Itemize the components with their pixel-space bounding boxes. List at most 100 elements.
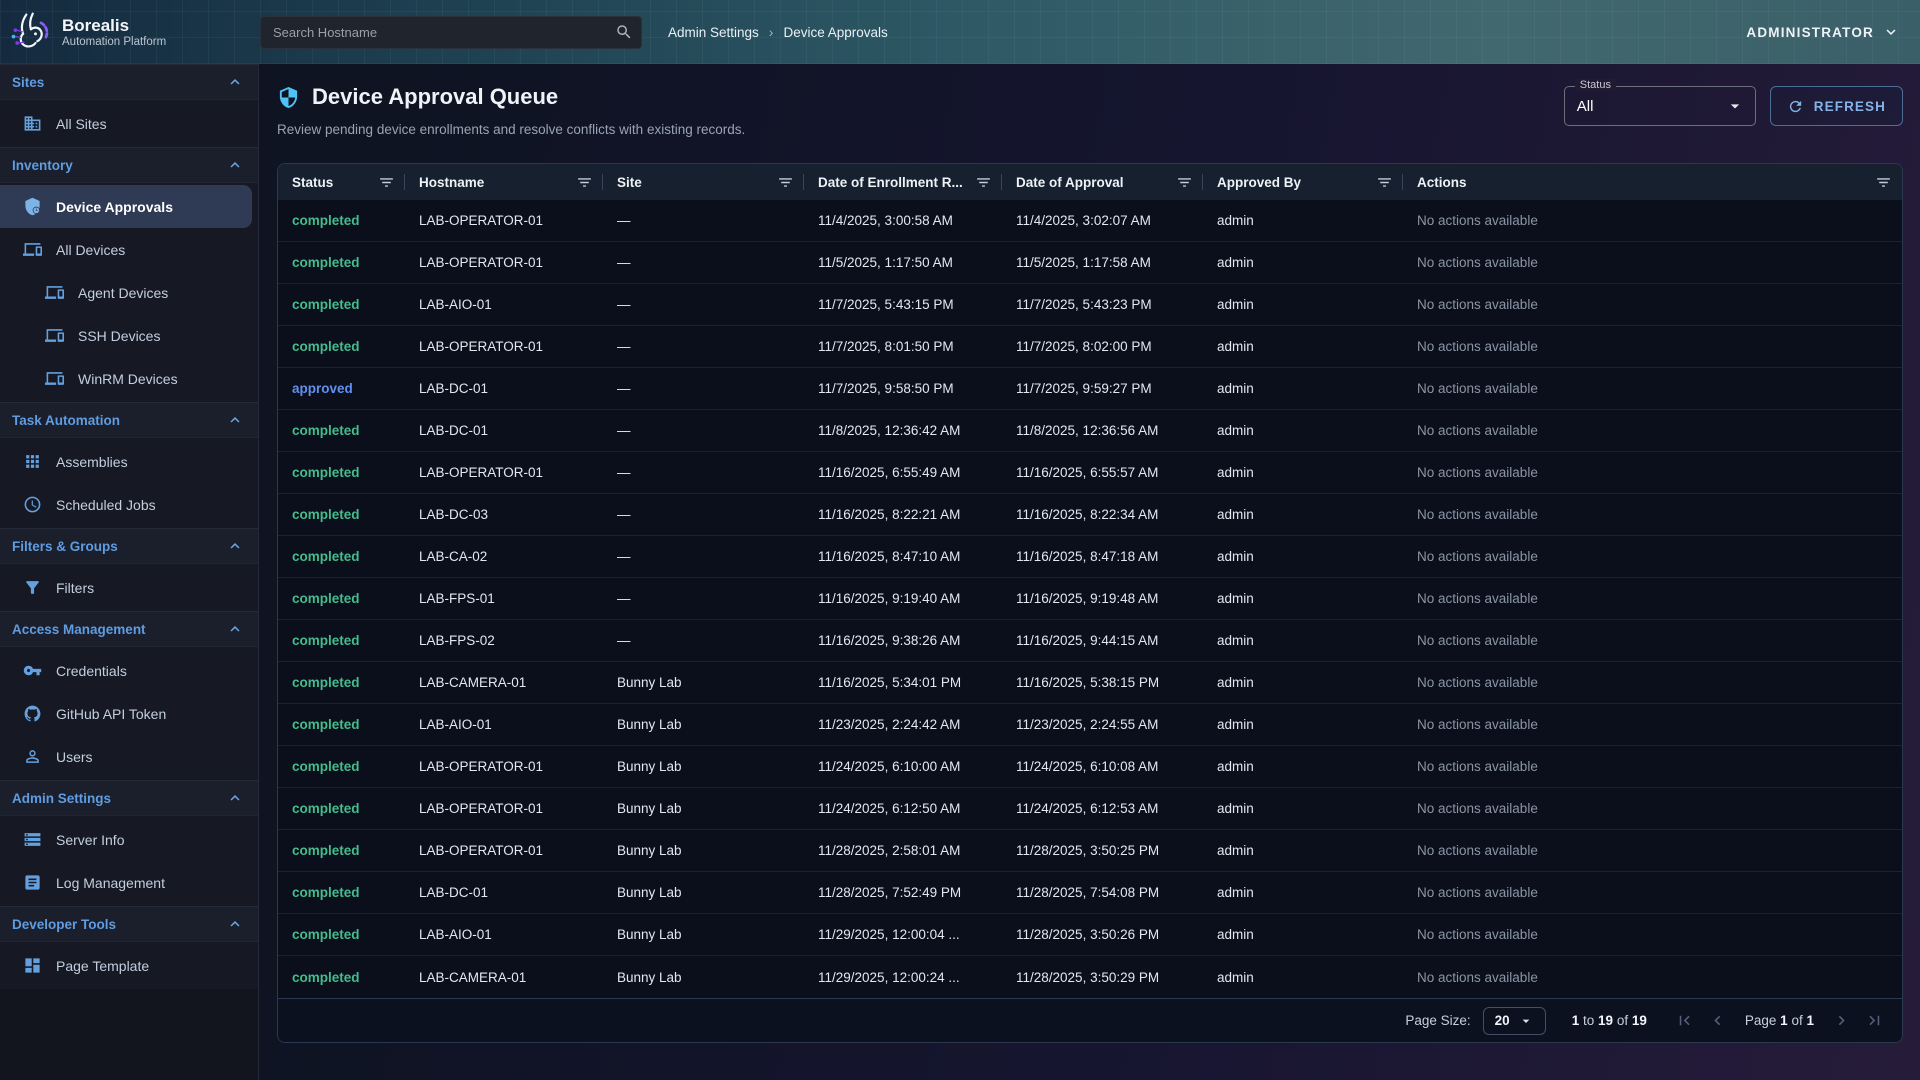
table-row[interactable]: completedLAB-OPERATOR-01Bunny Lab11/24/2… [278, 788, 1902, 830]
sidebar-item-users[interactable]: Users [0, 735, 258, 778]
column-header-hostname[interactable]: Hostname [405, 164, 603, 200]
site-cell: Bunny Lab [603, 872, 804, 913]
sidebar-section-header[interactable]: Inventory [0, 147, 258, 183]
table-row[interactable]: completedLAB-OPERATOR-01—11/4/2025, 3:00… [278, 200, 1902, 242]
section-label: Inventory [12, 158, 73, 173]
chevron-down-icon [1882, 23, 1900, 41]
sidebar-section-header[interactable]: Admin Settings [0, 780, 258, 816]
status-badge: completed [278, 452, 405, 493]
table-row[interactable]: completedLAB-AIO-01Bunny Lab11/29/2025, … [278, 914, 1902, 956]
breadcrumb-device-approvals[interactable]: Device Approvals [783, 25, 887, 40]
column-header-date-of-enrollment-r-[interactable]: Date of Enrollment R... [804, 164, 1002, 200]
chevron-up-icon [226, 620, 244, 638]
table-row[interactable]: completedLAB-CA-02—11/16/2025, 8:47:10 A… [278, 536, 1902, 578]
sidebar-section-header[interactable]: Sites [0, 64, 258, 100]
table-row[interactable]: completedLAB-OPERATOR-01—11/16/2025, 6:5… [278, 452, 1902, 494]
search-input[interactable] [260, 16, 642, 49]
sidebar-section-header[interactable]: Access Management [0, 611, 258, 647]
status-badge: completed [278, 788, 405, 829]
approval-date-cell: 11/4/2025, 3:02:07 AM [1002, 200, 1203, 241]
approval-date-cell: 11/16/2025, 5:38:15 PM [1002, 662, 1203, 703]
site-cell: Bunny Lab [603, 704, 804, 745]
hostname-cell: LAB-AIO-01 [405, 704, 603, 745]
sidebar-item-scheduled-jobs[interactable]: Scheduled Jobs [0, 483, 258, 526]
table-row[interactable]: completedLAB-CAMERA-01Bunny Lab11/29/202… [278, 956, 1902, 998]
column-header-date-of-approval[interactable]: Date of Approval [1002, 164, 1203, 200]
sidebar-item-assemblies[interactable]: Assemblies [0, 440, 258, 483]
table-row[interactable]: completedLAB-DC-01Bunny Lab11/28/2025, 7… [278, 872, 1902, 914]
table-row[interactable]: completedLAB-FPS-02—11/16/2025, 9:38:26 … [278, 620, 1902, 662]
column-header-status[interactable]: Status [278, 164, 405, 200]
section-label: Filters & Groups [12, 539, 118, 554]
status-badge: completed [278, 662, 405, 703]
hostname-cell: LAB-CA-02 [405, 536, 603, 577]
approved-by-cell: admin [1203, 620, 1403, 661]
table-row[interactable]: completedLAB-OPERATOR-01Bunny Lab11/24/2… [278, 746, 1902, 788]
sidebar-item-all-devices[interactable]: All Devices [0, 228, 258, 271]
hostname-cell: LAB-DC-01 [405, 368, 603, 409]
hostname-cell: LAB-DC-01 [405, 872, 603, 913]
sidebar-item-label: Credentials [56, 663, 127, 679]
approved-by-cell: admin [1203, 410, 1403, 451]
filter-list-icon[interactable] [1875, 174, 1892, 191]
apps-grid-icon [22, 452, 42, 471]
breadcrumb-admin-settings[interactable]: Admin Settings [668, 25, 759, 40]
sidebar-item-agent-devices[interactable]: Agent Devices [0, 271, 258, 314]
next-page-button[interactable] [1830, 1009, 1853, 1032]
sidebar-item-page-template[interactable]: Page Template [0, 944, 258, 987]
sidebar-item-github-api-token[interactable]: GitHub API Token [0, 692, 258, 735]
sidebar-item-device-approvals[interactable]: Device Approvals [0, 185, 252, 228]
page-size-select[interactable]: 20 [1483, 1007, 1546, 1035]
site-cell: — [603, 452, 804, 493]
table-row[interactable]: completedLAB-CAMERA-01Bunny Lab11/16/202… [278, 662, 1902, 704]
section-label: Admin Settings [12, 791, 111, 806]
previous-page-button[interactable] [1706, 1009, 1729, 1032]
sidebar-item-label: Server Info [56, 832, 124, 848]
sidebar-section-task-automation: Task Automation Assemblies Scheduled Job… [0, 402, 258, 528]
table-row[interactable]: completedLAB-FPS-01—11/16/2025, 9:19:40 … [278, 578, 1902, 620]
filter-list-icon[interactable] [378, 174, 395, 191]
filter-list-icon[interactable] [975, 174, 992, 191]
status-badge: completed [278, 704, 405, 745]
sidebar-item-server-info[interactable]: Server Info [0, 818, 258, 861]
administrator-menu[interactable]: ADMINISTRATOR [1746, 23, 1900, 41]
column-header-actions[interactable]: Actions [1403, 164, 1902, 200]
actions-cell: No actions available [1403, 410, 1902, 451]
filter-list-icon[interactable] [1376, 174, 1393, 191]
approved-by-cell: admin [1203, 242, 1403, 283]
enrollment-date-cell: 11/16/2025, 9:19:40 AM [804, 578, 1002, 619]
enrollment-date-cell: 11/7/2025, 8:01:50 PM [804, 326, 1002, 367]
last-page-button[interactable] [1863, 1009, 1886, 1032]
sidebar-item-winrm-devices[interactable]: WinRM Devices [0, 357, 258, 400]
sidebar-item-log-management[interactable]: Log Management [0, 861, 258, 904]
sidebar-item-ssh-devices[interactable]: SSH Devices [0, 314, 258, 357]
table-row[interactable]: completedLAB-OPERATOR-01Bunny Lab11/28/2… [278, 830, 1902, 872]
refresh-button[interactable]: REFRESH [1770, 86, 1903, 126]
sidebar-item-credentials[interactable]: Credentials [0, 649, 258, 692]
status-badge: completed [278, 536, 405, 577]
sidebar-item-all-sites[interactable]: All Sites [0, 102, 258, 145]
first-page-button[interactable] [1673, 1009, 1696, 1032]
filter-list-icon[interactable] [576, 174, 593, 191]
table-row[interactable]: completedLAB-AIO-01Bunny Lab11/23/2025, … [278, 704, 1902, 746]
status-filter-select[interactable]: Status All [1564, 86, 1756, 126]
filter-list-icon[interactable] [1176, 174, 1193, 191]
table-row[interactable]: completedLAB-AIO-01—11/7/2025, 5:43:15 P… [278, 284, 1902, 326]
section-label: Sites [12, 75, 44, 90]
approved-by-cell: admin [1203, 326, 1403, 367]
column-header-approved-by[interactable]: Approved By [1203, 164, 1403, 200]
actions-cell: No actions available [1403, 914, 1902, 955]
table-row[interactable]: completedLAB-OPERATOR-01—11/5/2025, 1:17… [278, 242, 1902, 284]
table-row[interactable]: completedLAB-OPERATOR-01—11/7/2025, 8:01… [278, 326, 1902, 368]
table-row[interactable]: approvedLAB-DC-01—11/7/2025, 9:58:50 PM1… [278, 368, 1902, 410]
sidebar-item-filters[interactable]: Filters [0, 566, 258, 609]
filter-list-icon[interactable] [777, 174, 794, 191]
sidebar-section-header[interactable]: Filters & Groups [0, 528, 258, 564]
sidebar-section-header[interactable]: Developer Tools [0, 906, 258, 942]
approved-by-cell: admin [1203, 368, 1403, 409]
table-row[interactable]: completedLAB-DC-03—11/16/2025, 8:22:21 A… [278, 494, 1902, 536]
table-row[interactable]: completedLAB-DC-01—11/8/2025, 12:36:42 A… [278, 410, 1902, 452]
column-header-site[interactable]: Site [603, 164, 804, 200]
sidebar-section-header[interactable]: Task Automation [0, 402, 258, 438]
sidebar-section-access-management: Access Management Credentials GitHub API… [0, 611, 258, 780]
